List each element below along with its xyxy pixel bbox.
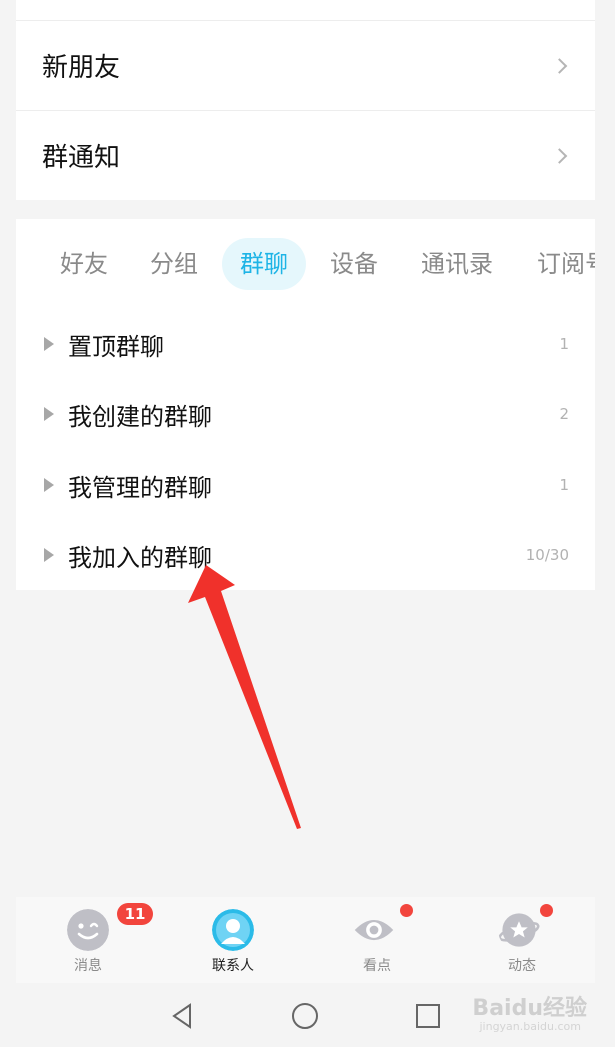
nav-label: 看点 bbox=[363, 958, 391, 974]
watermark-logo: Baidu经验 bbox=[472, 996, 587, 1021]
contact-person-icon bbox=[212, 909, 254, 951]
nav-discover[interactable]: 看点 bbox=[327, 897, 427, 983]
nav-label: 动态 bbox=[508, 958, 536, 974]
message-face-icon bbox=[67, 909, 109, 951]
recents-square-icon[interactable] bbox=[413, 1001, 443, 1031]
new-dot-badge bbox=[400, 904, 413, 917]
star-planet-icon bbox=[498, 913, 540, 947]
eye-icon bbox=[354, 919, 394, 941]
nav-feed[interactable]: 动态 bbox=[472, 897, 572, 983]
bottom-nav: 11 消息 联系人 看点 动态 bbox=[16, 897, 595, 983]
new-dot-badge bbox=[540, 904, 553, 917]
unread-badge: 11 bbox=[117, 903, 153, 925]
annotation-arrow-icon bbox=[188, 565, 301, 829]
nav-label: 消息 bbox=[74, 958, 102, 974]
nav-contacts[interactable]: 联系人 bbox=[183, 897, 283, 983]
back-triangle-icon[interactable] bbox=[168, 1001, 198, 1031]
nav-messages[interactable]: 11 消息 bbox=[38, 897, 153, 983]
nav-label: 联系人 bbox=[212, 958, 254, 974]
watermark-url: jingyan.baidu.com bbox=[479, 1020, 581, 1033]
home-circle-icon[interactable] bbox=[290, 1001, 320, 1031]
